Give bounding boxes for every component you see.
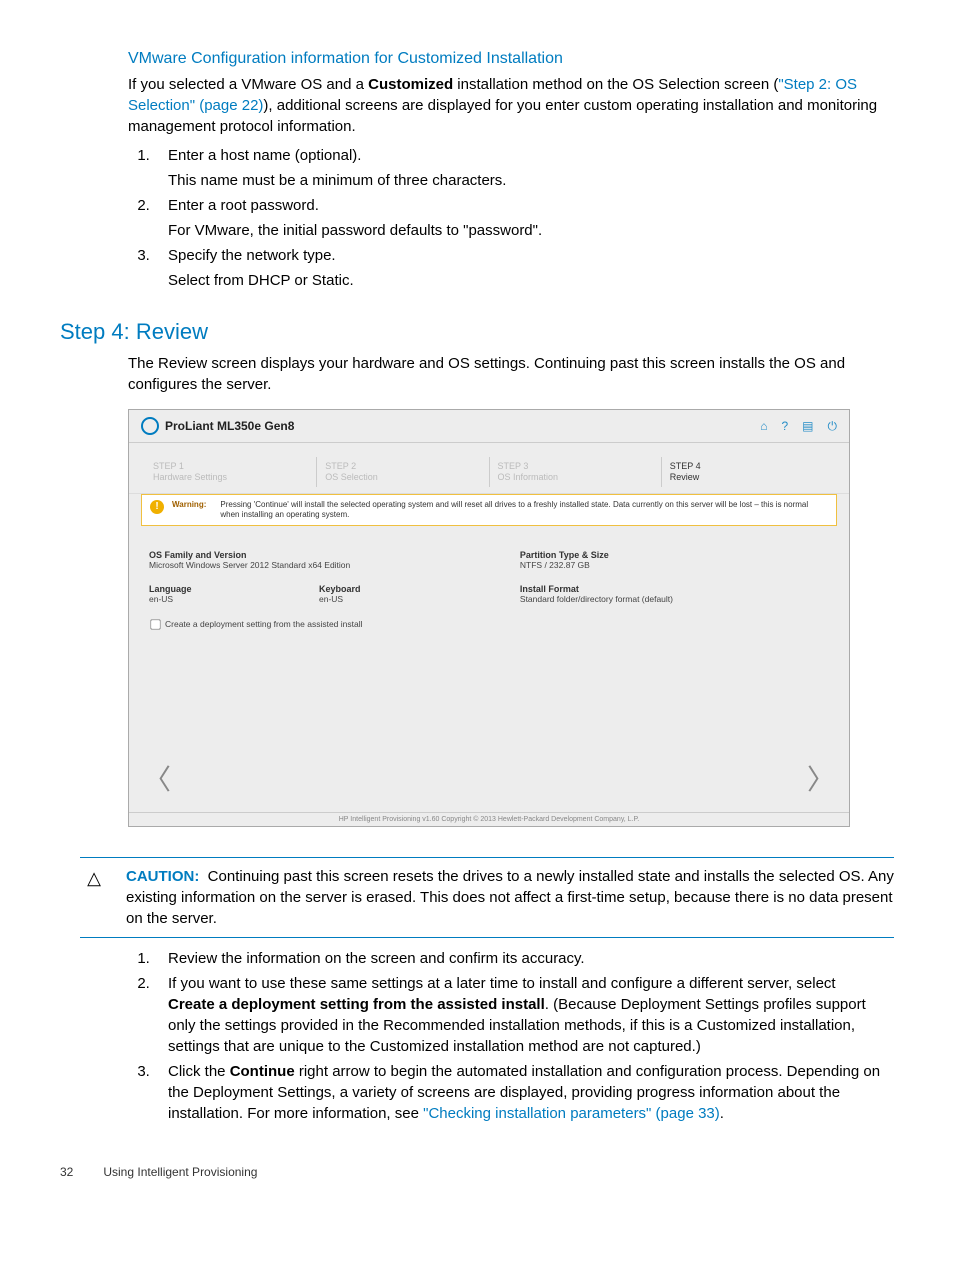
bold-continue: Continue [230, 1063, 295, 1080]
field-label: Partition Type & Size [520, 550, 829, 560]
list-item-sub: Select from DHCP or Static. [168, 270, 884, 291]
list-item-sub: This name must be a minimum of three cha… [168, 170, 884, 191]
field-install-format: Install Format Standard folder/directory… [520, 584, 829, 604]
page-content: VMware Configuration information for Cus… [0, 0, 954, 1209]
warning-banner: ! Warning: Pressing 'Continue' will inst… [141, 494, 837, 527]
list-item: If you want to use these same settings a… [154, 973, 884, 1057]
vmware-section: VMware Configuration information for Cus… [128, 50, 884, 291]
next-arrow-icon[interactable]: 〉 [807, 758, 835, 798]
list-item: Click the Continue right arrow to begin … [154, 1061, 884, 1124]
vmware-intro-paragraph: If you selected a VMware OS and a Custom… [128, 74, 884, 137]
ss-row-2: Language en-US Keyboard en-US Install Fo… [149, 584, 829, 604]
caution-body: Continuing past this screen resets the d… [126, 868, 894, 927]
text-fragment: If you selected a VMware OS and a [128, 76, 368, 93]
page-footer: 32 Using Intelligent Provisioning [60, 1139, 894, 1179]
caution-block: △ CAUTION: Continuing past this screen r… [80, 857, 894, 938]
caution-triangle-icon: △ [80, 866, 108, 929]
ss-row-1: OS Family and Version Microsoft Windows … [149, 550, 829, 570]
vmware-steps-list: Enter a host name (optional). This name … [128, 145, 884, 291]
field-os-family: OS Family and Version Microsoft Windows … [149, 550, 520, 570]
warning-label: Warning: [172, 500, 212, 510]
field-value: Standard folder/directory format (defaul… [520, 594, 829, 604]
ss-body: OS Family and Version Microsoft Windows … [129, 526, 849, 740]
field-label: Keyboard [319, 584, 520, 594]
step-number: STEP 2 [325, 461, 480, 472]
field-value: Microsoft Windows Server 2012 Standard x… [149, 560, 520, 570]
step-tab-1: STEP 1 Hardware Settings [145, 457, 317, 487]
hp-logo-icon [141, 417, 159, 435]
list-item-main: Enter a root password. [168, 197, 319, 214]
vmware-subheading: VMware Configuration information for Cus… [128, 50, 884, 68]
ss-title-text: ProLiant ML350e Gen8 [165, 419, 294, 433]
field-value: en-US [319, 594, 520, 604]
home-icon[interactable]: ⌂ [760, 419, 767, 434]
list-item: Enter a root password. For VMware, the i… [154, 195, 884, 241]
field-language: Language en-US [149, 584, 319, 604]
text-fragment: Click the [168, 1063, 230, 1080]
step-label: Hardware Settings [153, 472, 308, 483]
help-icon[interactable]: ? [781, 419, 788, 434]
ss-step-bar: STEP 1 Hardware Settings STEP 2 OS Selec… [129, 443, 849, 494]
step-label: OS Information [498, 472, 653, 483]
language-icon[interactable]: ▤ [802, 419, 813, 434]
step-number: STEP 3 [498, 461, 653, 472]
step-label: OS Selection [325, 472, 480, 483]
final-steps-list: Review the information on the screen and… [128, 948, 884, 1124]
ss-header: ProLiant ML350e Gen8 ⌂ ? ▤ ⏻ [129, 410, 849, 443]
final-steps-section: Review the information on the screen and… [128, 948, 884, 1124]
deployment-checkbox-label: Create a deployment setting from the ass… [165, 619, 363, 629]
list-item-main: Specify the network type. [168, 247, 336, 264]
list-item: Specify the network type. Select from DH… [154, 245, 884, 291]
step-label: Review [670, 472, 825, 483]
warning-icon: ! [150, 500, 164, 514]
ss-nav-arrows: 〈 〉 [129, 740, 849, 812]
deployment-checkbox-row: Create a deployment setting from the ass… [149, 618, 829, 631]
list-item: Enter a host name (optional). This name … [154, 145, 884, 191]
deployment-checkbox[interactable] [150, 620, 160, 630]
power-icon[interactable]: ⏻ [828, 419, 838, 434]
step-number: STEP 1 [153, 461, 308, 472]
list-item-sub: For VMware, the initial password default… [168, 220, 884, 241]
field-value: NTFS / 232.87 GB [520, 560, 829, 570]
step-tab-3: STEP 3 OS Information [490, 457, 662, 487]
bold-customized: Customized [368, 76, 453, 93]
text-fragment: If you want to use these same settings a… [168, 975, 836, 992]
bold-create-deployment: Create a deployment setting from the ass… [168, 996, 545, 1013]
link-checking-installation-parameters[interactable]: "Checking installation parameters" (page… [423, 1105, 720, 1122]
step-tab-2: STEP 2 OS Selection [317, 457, 489, 487]
caution-label: CAUTION: [126, 868, 199, 885]
field-label: Install Format [520, 584, 829, 594]
text-fragment: installation method on the OS Selection … [453, 76, 778, 93]
ss-header-icons: ⌂ ? ▤ ⏻ [760, 419, 837, 434]
warning-text: Pressing 'Continue' will install the sel… [220, 500, 828, 521]
text-fragment: . [720, 1105, 724, 1122]
field-label: OS Family and Version [149, 550, 520, 560]
page-footer-title: Using Intelligent Provisioning [103, 1165, 257, 1179]
review-screenshot: ProLiant ML350e Gen8 ⌂ ? ▤ ⏻ STEP 1 Hard… [128, 409, 850, 827]
page-number: 32 [60, 1165, 100, 1179]
list-item-text: Review the information on the screen and… [168, 950, 585, 967]
step-tab-4: STEP 4 Review [662, 457, 833, 487]
list-item-main: Enter a host name (optional). [168, 147, 361, 164]
field-label: Language [149, 584, 319, 594]
field-value: en-US [149, 594, 319, 604]
step4-heading: Step 4: Review [60, 319, 894, 345]
ss-title-area: ProLiant ML350e Gen8 [141, 417, 294, 435]
prev-arrow-icon[interactable]: 〈 [143, 758, 171, 798]
step-number: STEP 4 [670, 461, 825, 472]
field-keyboard: Keyboard en-US [319, 584, 520, 604]
list-item: Review the information on the screen and… [154, 948, 884, 969]
step4-intro: The Review screen displays your hardware… [128, 353, 884, 395]
ss-footer-copyright: HP Intelligent Provisioning v1.60 Copyri… [129, 812, 849, 826]
caution-text: CAUTION: Continuing past this screen res… [126, 866, 894, 929]
field-partition: Partition Type & Size NTFS / 232.87 GB [520, 550, 829, 570]
